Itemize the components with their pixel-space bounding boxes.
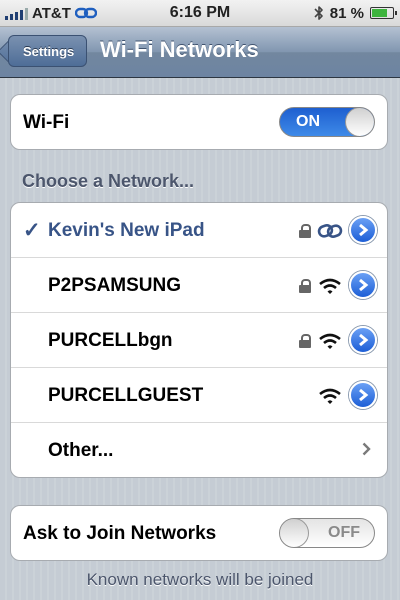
footer-note: Known networks will be joined: [86, 570, 314, 589]
network-row-kevins-new-ipad[interactable]: ✓ Kevin's New iPad: [11, 203, 387, 258]
wifi-toggle-state: ON: [296, 113, 320, 130]
status-right: 81 %: [314, 4, 397, 22]
detail-disclosure-button[interactable]: [349, 381, 377, 409]
network-row-purcellguest[interactable]: PURCELLGUEST: [11, 368, 387, 423]
ask-to-join-label: Ask to Join Networks: [23, 523, 217, 544]
network-row-purcellbgn[interactable]: PURCELLbgn: [11, 313, 387, 368]
link-icon: [317, 224, 343, 238]
navigation-bar: Settings Wi-Fi Networks: [0, 27, 400, 78]
network-list: ✓ Kevin's New iPad P2PSAMSUNG PURCELLbgn: [10, 202, 388, 478]
network-name: P2PSAMSUNG: [48, 275, 182, 296]
detail-disclosure-button[interactable]: [349, 271, 377, 299]
battery-icon: [370, 7, 397, 19]
lock-icon: [299, 279, 311, 293]
network-name: PURCELLGUEST: [48, 385, 204, 406]
page-title: Wi-Fi Networks: [100, 37, 259, 62]
other-network-row[interactable]: Other...: [11, 423, 387, 477]
settings-back-button[interactable]: Settings: [8, 35, 88, 67]
detail-disclosure-button[interactable]: [349, 216, 377, 244]
network-name: PURCELLbgn: [48, 330, 173, 351]
ask-to-join-group: Ask to Join Networks OFF: [10, 505, 388, 561]
status-bar: AT&T 6:16 PM 81 %: [0, 0, 400, 27]
ask-to-join-toggle[interactable]: OFF: [279, 518, 375, 548]
network-row-p2psamsung[interactable]: P2PSAMSUNG: [11, 258, 387, 313]
toggle-knob: [280, 519, 309, 547]
chevron-right-icon: [362, 442, 371, 456]
ask-to-join-toggle-state: OFF: [328, 524, 360, 541]
toggle-knob: [345, 108, 374, 136]
lock-icon: [299, 224, 311, 238]
wifi-label: Wi-Fi: [23, 112, 70, 133]
wifi-icon: [319, 278, 341, 294]
choose-network-header: Choose a Network...: [22, 171, 195, 191]
wifi-icon: [319, 333, 341, 349]
battery-fill: [372, 9, 387, 17]
detail-disclosure-button[interactable]: [349, 326, 377, 354]
network-name: Kevin's New iPad: [48, 220, 205, 241]
wifi-icon: [319, 388, 341, 404]
battery-percent: 81 %: [329, 4, 364, 22]
ask-to-join-row: Ask to Join Networks OFF: [11, 506, 387, 560]
lock-icon: [299, 334, 311, 348]
wifi-toggle[interactable]: ON: [279, 107, 375, 137]
bluetooth-icon: [314, 6, 323, 20]
other-label: Other...: [48, 440, 114, 461]
wifi-row: Wi-Fi ON: [11, 95, 387, 149]
wifi-toggle-group: Wi-Fi ON: [10, 94, 388, 150]
checkmark-icon: ✓: [23, 219, 41, 242]
